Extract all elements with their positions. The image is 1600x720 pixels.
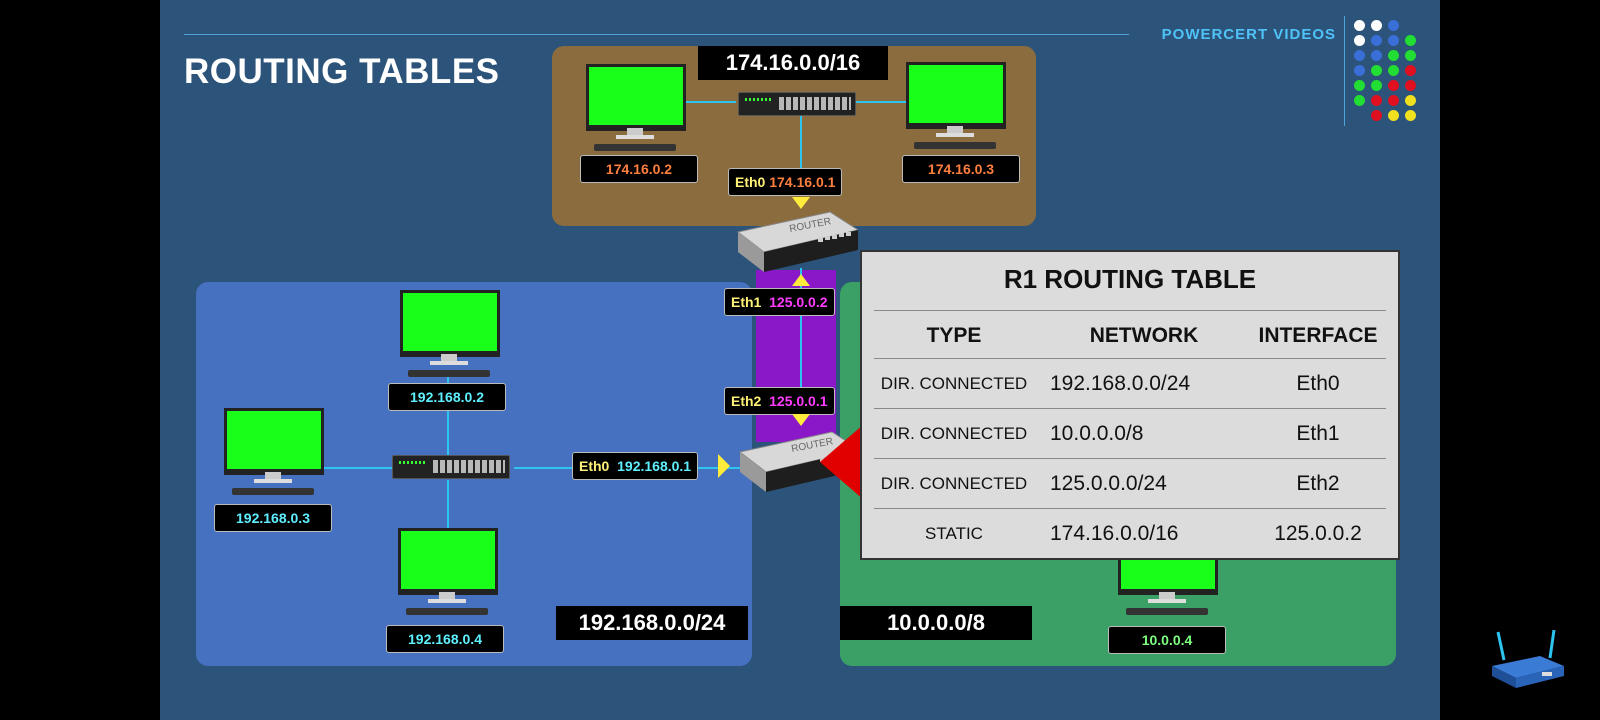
table-cell: Eth0 bbox=[1296, 372, 1340, 395]
host-ip-label: 174.16.0.2 bbox=[580, 155, 698, 183]
table-row: DIR. CONNECTED 10.0.0.0/8 Eth1 bbox=[874, 408, 1386, 459]
switch-icon[interactable] bbox=[738, 92, 856, 116]
table-cell: 192.168.0.0/24 bbox=[1050, 372, 1191, 395]
link-top-switch-router bbox=[800, 113, 802, 173]
logo-dot bbox=[1371, 50, 1382, 61]
table-cell: DIR. CONNECTED bbox=[880, 474, 1028, 493]
logo-dot bbox=[1354, 80, 1365, 91]
switch-icon[interactable] bbox=[392, 455, 510, 479]
arrow-right-icon bbox=[718, 454, 730, 478]
arrow-up-icon bbox=[792, 274, 810, 286]
table-cell: 174.16.0.0/16 bbox=[1050, 522, 1179, 545]
table-row: DIR. CONNECTED 125.0.0.0/24 Eth2 bbox=[874, 458, 1386, 509]
logo-dot bbox=[1371, 65, 1382, 76]
link-left-switch-pc-left bbox=[318, 467, 398, 469]
interface-label: Eth1 125.0.0.2 bbox=[724, 288, 835, 316]
header-rule bbox=[184, 34, 1129, 35]
host-ip-label: 192.168.0.3 bbox=[214, 504, 332, 532]
logo-dot bbox=[1371, 35, 1382, 46]
table-header-row: TYPE NETWORK INTERFACE bbox=[874, 310, 1386, 361]
column-header: INTERFACE bbox=[1258, 324, 1378, 347]
logo-dot bbox=[1405, 50, 1416, 61]
table-cell: 125.0.0.0/24 bbox=[1050, 472, 1167, 495]
interface-label: Eth2 125.0.0.1 bbox=[724, 387, 835, 415]
logo-dot bbox=[1405, 35, 1416, 46]
logo-dot bbox=[1371, 110, 1382, 121]
network-label-left: 192.168.0.0/24 bbox=[556, 606, 748, 640]
table-cell: DIR. CONNECTED bbox=[880, 374, 1028, 393]
logo-dot bbox=[1354, 50, 1365, 61]
host-ip-label: 192.168.0.2 bbox=[388, 383, 506, 411]
interface-label: Eth0 192.168.0.1 bbox=[572, 452, 699, 480]
logo-dot bbox=[1388, 80, 1399, 91]
brand-divider bbox=[1344, 16, 1345, 126]
slide: POWERCERT VIDEOS ROUTING TABLES 174.16.0… bbox=[160, 0, 1440, 720]
logo-dot bbox=[1388, 110, 1399, 121]
logo-dot bbox=[1388, 50, 1399, 61]
computer-icon[interactable] bbox=[906, 62, 1006, 154]
router-watermark-icon bbox=[1492, 630, 1564, 688]
logo-dot bbox=[1354, 95, 1365, 106]
table-cell: 10.0.0.0/8 bbox=[1050, 422, 1144, 445]
logo-dot bbox=[1405, 65, 1416, 76]
computer-icon[interactable] bbox=[586, 64, 686, 156]
logo-dot bbox=[1405, 110, 1416, 121]
table-row: DIR. CONNECTED 192.168.0.0/24 Eth0 bbox=[874, 358, 1386, 409]
network-label-top: 174.16.0.0/16 bbox=[698, 46, 888, 80]
logo-dot bbox=[1371, 20, 1382, 31]
table-cell: DIR. CONNECTED bbox=[880, 424, 1028, 443]
column-header: NETWORK bbox=[1089, 324, 1199, 347]
table-row: STATIC 174.16.0.0/16 125.0.0.2 bbox=[874, 508, 1386, 559]
computer-icon[interactable] bbox=[398, 528, 498, 620]
logo-dot bbox=[1354, 20, 1365, 31]
logo-dot bbox=[1371, 80, 1382, 91]
column-header: TYPE bbox=[926, 324, 982, 347]
powercert-logo-icon bbox=[1354, 20, 1428, 126]
logo-dot bbox=[1388, 20, 1399, 31]
host-ip-label: 192.168.0.4 bbox=[386, 625, 504, 653]
routing-table-title: R1 ROUTING TABLE bbox=[1003, 264, 1257, 294]
brand-name: POWERCERT VIDEOS bbox=[1161, 26, 1336, 43]
link-top-switch-right bbox=[850, 101, 914, 103]
link-left-switch-pc-bottom bbox=[447, 480, 449, 530]
logo-dot bbox=[1405, 80, 1416, 91]
logo-dot bbox=[1388, 35, 1399, 46]
network-label-right: 10.0.0.0/8 bbox=[840, 606, 1032, 640]
logo-dot bbox=[1354, 35, 1365, 46]
logo-dot bbox=[1405, 95, 1416, 106]
table-pointer-icon bbox=[820, 424, 864, 500]
logo-dot bbox=[1354, 65, 1365, 76]
computer-icon[interactable] bbox=[224, 408, 324, 500]
computer-icon[interactable] bbox=[400, 290, 500, 382]
host-ip-label: 174.16.0.3 bbox=[902, 155, 1020, 183]
table-cell: Eth1 bbox=[1296, 422, 1340, 445]
logo-dot bbox=[1388, 95, 1399, 106]
logo-dot bbox=[1388, 65, 1399, 76]
table-cell: STATIC bbox=[925, 524, 983, 543]
host-ip-label: 10.0.0.4 bbox=[1108, 626, 1226, 654]
page-title: ROUTING TABLES bbox=[184, 52, 500, 91]
router-icon[interactable]: ROUTER bbox=[734, 208, 858, 274]
table-cell: Eth2 bbox=[1296, 472, 1340, 495]
interface-label: Eth0 174.16.0.1 bbox=[728, 168, 843, 196]
table-cell: 125.0.0.2 bbox=[1274, 522, 1362, 545]
logo-dot bbox=[1371, 95, 1382, 106]
arrow-down-icon bbox=[792, 414, 810, 426]
routing-table: R1 ROUTING TABLE TYPE NETWORK INTERFACE … bbox=[860, 250, 1400, 560]
